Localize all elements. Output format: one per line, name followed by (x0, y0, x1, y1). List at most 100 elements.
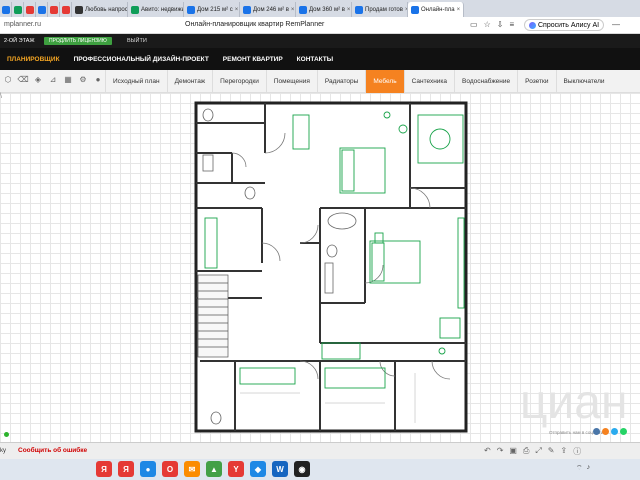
eraser-icon[interactable]: ⌫ (17, 73, 29, 85)
canvas-corner-marker: \ (0, 93, 2, 100)
taskbar-app-icon[interactable]: W (272, 461, 288, 477)
fullscreen-icon[interactable]: ⤢ (535, 446, 541, 457)
main-menu-item[interactable]: ПРОФЕССИОНАЛЬНЫЙ ДИЗАЙН-ПРОЕКТ (67, 56, 216, 63)
ask-alice-button[interactable]: Спросить Алису AI (524, 19, 605, 31)
tab-label: Продам готов (365, 6, 403, 13)
step-tab[interactable]: Водоснабжение (454, 70, 517, 93)
tab-favicon-icon (75, 5, 83, 14)
taskbar-app-icon[interactable]: ● (140, 461, 156, 477)
browser-tab-strip: Любовь напрос×Авито: недвижи×Дом 215 м² … (0, 0, 640, 17)
ok-icon[interactable] (602, 428, 609, 435)
reader-icon[interactable]: ▭ (470, 20, 478, 29)
taskbar-app-icon[interactable]: Я (96, 461, 112, 477)
tab-favicon-icon (2, 5, 10, 14)
browser-tab[interactable]: Дом 246 м² в × (240, 2, 296, 17)
step-tab[interactable]: Перегородки (212, 70, 266, 93)
tab-favicon-icon (243, 5, 251, 14)
browser-tab[interactable] (0, 2, 12, 17)
taskbar-app-icon[interactable]: Y (228, 461, 244, 477)
alice-icon (529, 21, 536, 29)
browser-tab[interactable]: Дом 360 м² в × (296, 2, 352, 17)
grid-icon[interactable]: ▦ (62, 73, 74, 85)
step-tab[interactable]: Исходный план (105, 70, 167, 93)
settings-icon[interactable]: ⚙ (77, 73, 89, 85)
main-menu-item[interactable]: ПЛАНИРОВЩИК (0, 56, 67, 63)
share-icon[interactable]: ✎ (548, 446, 555, 457)
tool-group: ⬡ ⌫ ◈ ⊿ ▦ ⚙ ● (2, 73, 104, 85)
step-tab[interactable]: Мебель (365, 70, 404, 93)
browser-tab[interactable]: Продам готов× (352, 2, 408, 17)
floor-selector[interactable]: 2-ОЙ ЭТАЖ (4, 38, 35, 44)
address-bar: mplanner.ru Онлайн-планировщик квартир R… (0, 17, 640, 34)
help-text: ky (0, 448, 6, 454)
taskbar-app-icon[interactable]: O (162, 461, 178, 477)
step-tab[interactable]: Розетки (517, 70, 555, 93)
tab-label: Дом 360 м² в (309, 6, 345, 13)
print-icon[interactable]: ⎙ (523, 446, 529, 457)
tab-label: Дом 215 м² с (197, 6, 233, 13)
browser-tab[interactable]: Онлайн-пла × (408, 2, 464, 17)
status-bar: ky Сообщить об ошибке ↶ ↷ ▣ ⎙ ⤢ ✎ ⇪ ⓘ (0, 442, 640, 459)
download-icon[interactable]: ⇩ (497, 20, 504, 29)
redo-icon[interactable]: ↷ (497, 446, 504, 457)
step-tab[interactable]: Сантехника (403, 70, 454, 93)
main-menu-item[interactable]: РЕМОНТ КВАРТИР (216, 56, 290, 63)
vk-icon[interactable] (593, 428, 600, 435)
bookmark-icon[interactable]: ☆ (484, 20, 491, 29)
export-icon[interactable]: ⇪ (560, 446, 567, 457)
taskbar-app-icon[interactable]: Я (118, 461, 134, 477)
dimension-icon[interactable]: ⊿ (47, 73, 59, 85)
tab-favicon-icon (62, 5, 70, 14)
main-menu: ПЛАНИРОВЩИК ПРОФЕССИОНАЛЬНЫЙ ДИЗАЙН-ПРОЕК… (0, 48, 640, 70)
close-tab-icon[interactable]: × (457, 7, 461, 13)
report-error-link[interactable]: Сообщить об ошибке (18, 447, 87, 454)
taskbar-app-icon[interactable]: ◉ (294, 461, 310, 477)
cube-icon[interactable]: ⬡ (2, 73, 14, 85)
telegram-icon[interactable] (611, 428, 618, 435)
step-tab[interactable]: Демонтаж (166, 70, 213, 93)
step-tab[interactable]: Радиаторы (316, 70, 365, 93)
main-menu-item[interactable]: КОНТАКТЫ (290, 56, 340, 63)
browser-tab[interactable] (48, 2, 60, 17)
taskbar-app-icon[interactable]: ◆ (250, 461, 266, 477)
tab-favicon-icon (38, 5, 46, 14)
taskbar-app-icon[interactable]: ✉ (184, 461, 200, 477)
pro-icon[interactable]: ● (92, 73, 104, 85)
taskbar-icons: Я Я ● O ✉ ▲ Y ◆ W ◉ (96, 461, 310, 477)
network-icon[interactable]: ⌔ (576, 464, 583, 473)
floor-plan: циан (194, 101, 628, 433)
volume-icon[interactable]: ♪ (587, 464, 591, 473)
tab-favicon-icon (299, 5, 307, 14)
tab-label: Онлайн-пла (421, 6, 455, 13)
browser-tab[interactable] (36, 2, 48, 17)
logout-link[interactable]: ВЫЙТИ (127, 38, 147, 44)
plan-canvas[interactable]: циан (0, 93, 640, 442)
status-bar-icons: ↶ ↷ ▣ ⎙ ⤢ ✎ ⇪ ⓘ (484, 446, 581, 457)
tab-label: Дом 246 м² в (253, 6, 289, 13)
undo-icon[interactable]: ↶ (484, 446, 491, 457)
close-tab-icon[interactable]: × (235, 7, 239, 13)
browser-tab[interactable] (12, 2, 24, 17)
browser-tab[interactable] (60, 2, 72, 17)
taskbar-app-icon[interactable]: ▲ (206, 461, 222, 477)
close-tab-icon[interactable]: × (291, 7, 295, 13)
extend-license-button[interactable]: ПРОДЛИТЬ ЛИЦЕНЗИЮ (44, 37, 112, 45)
step-tab[interactable]: Выключатели (555, 70, 612, 93)
tab-favicon-icon (187, 5, 195, 14)
menu-icon[interactable]: ≡ (509, 20, 514, 29)
system-tray: ⌔ ♪ (576, 464, 590, 473)
browser-tab[interactable]: Любовь напрос× (72, 2, 128, 17)
browser-tab[interactable]: Дом 215 м² с × (184, 2, 240, 17)
save-icon[interactable]: ▣ (509, 446, 517, 457)
minimize-button[interactable]: — (612, 20, 620, 29)
layers-icon[interactable]: ◈ (32, 73, 44, 85)
whatsapp-icon[interactable] (620, 428, 627, 435)
url-field[interactable]: mplanner.ru (4, 21, 41, 28)
info-icon[interactable]: ⓘ (573, 446, 581, 457)
browser-tab[interactable] (24, 2, 36, 17)
close-tab-icon[interactable]: × (347, 7, 351, 13)
browser-tab[interactable]: Авито: недвижи× (128, 2, 184, 17)
social-links (593, 428, 627, 435)
app-top-bar: 2-ОЙ ЭТАЖ ПРОДЛИТЬ ЛИЦЕНЗИЮ ВЫЙТИ (0, 34, 640, 48)
step-tab[interactable]: Помещения (265, 70, 317, 93)
